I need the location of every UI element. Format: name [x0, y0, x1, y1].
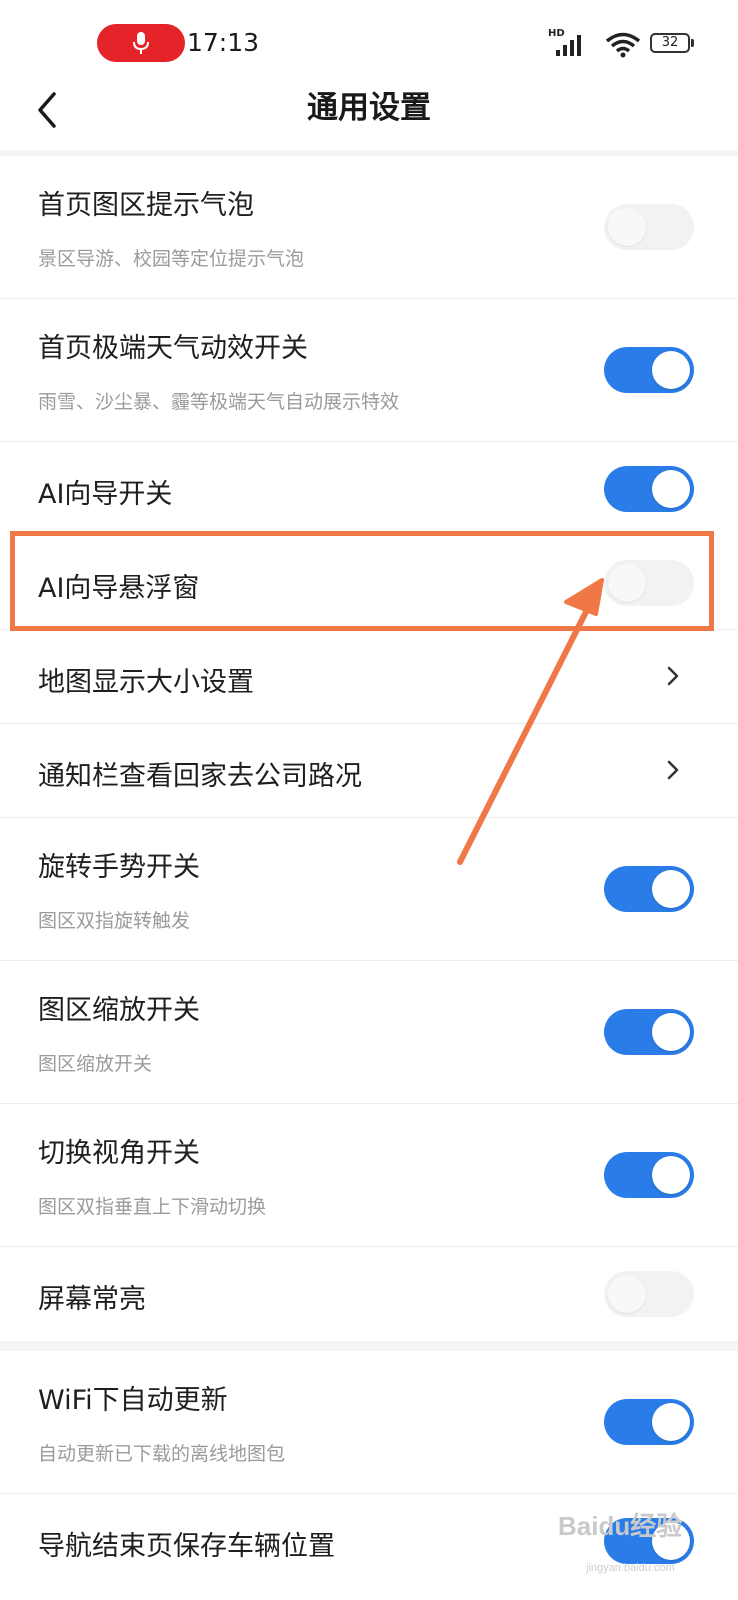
battery-tip	[691, 39, 694, 47]
settings-list: 首页图区提示气泡 景区导游、校园等定位提示气泡 首页极端天气动效开关 雨雪、沙尘…	[0, 156, 738, 1588]
setting-title: 屏幕常亮	[38, 1284, 146, 1315]
watermark-cn: 经验	[630, 1511, 683, 1541]
setting-subtitle: 雨雪、沙尘暴、霾等极端天气自动展示特效	[38, 391, 400, 413]
navigation-bar: 通用设置	[0, 84, 738, 150]
watermark-brand-2: du	[598, 1511, 631, 1541]
setting-ai-guide-floating-window[interactable]: AI向导悬浮窗	[0, 536, 738, 630]
status-bar: 17:13 HD 32	[0, 0, 738, 84]
setting-subtitle: 图区双指旋转触发	[38, 910, 191, 932]
setting-subtitle: 图区双指垂直上下滑动切换	[38, 1196, 267, 1218]
status-icons: HD 32	[548, 26, 698, 60]
chevron-right-icon[interactable]	[666, 758, 680, 782]
setting-subtitle: 图区缩放开关	[38, 1053, 153, 1075]
toggle-switch[interactable]	[604, 466, 694, 512]
toggle-knob	[652, 1403, 690, 1441]
setting-title: 首页极端天气动效开关	[38, 333, 308, 364]
setting-ai-guide[interactable]: AI向导开关	[0, 442, 738, 536]
toggle-knob	[608, 1275, 646, 1313]
setting-wifi-auto-update[interactable]: WiFi下自动更新 自动更新已下载的离线地图包	[0, 1351, 738, 1494]
setting-title: 地图显示大小设置	[38, 667, 254, 698]
setting-screen-always-on[interactable]: 屏幕常亮	[0, 1247, 738, 1341]
toggle-switch[interactable]	[604, 347, 694, 393]
setting-title: 旋转手势开关	[38, 852, 200, 883]
microphone-icon	[133, 32, 149, 54]
toggle-knob	[608, 564, 646, 602]
clock-time: 17:13	[187, 28, 260, 57]
setting-map-display-size[interactable]: 地图显示大小设置	[0, 630, 738, 724]
toggle-switch[interactable]	[604, 1009, 694, 1055]
section-gap	[0, 1341, 738, 1351]
setting-title: AI向导悬浮窗	[38, 573, 200, 604]
toggle-switch[interactable]	[604, 560, 694, 606]
signal-icon	[556, 35, 581, 56]
setting-switch-view[interactable]: 切换视角开关 图区双指垂直上下滑动切换	[0, 1104, 738, 1247]
setting-rotate-gesture[interactable]: 旋转手势开关 图区双指旋转触发	[0, 818, 738, 961]
watermark-url: jingyan.baidu.com	[586, 1562, 675, 1574]
setting-title: 导航结束页保存车辆位置	[38, 1531, 335, 1562]
toggle-knob	[652, 1013, 690, 1051]
toggle-knob	[652, 351, 690, 389]
toggle-knob	[652, 1156, 690, 1194]
setting-title: AI向导开关	[38, 479, 173, 510]
setting-title: 切换视角开关	[38, 1138, 200, 1169]
toggle-switch[interactable]	[604, 866, 694, 912]
toggle-knob	[652, 870, 690, 908]
setting-title: 通知栏查看回家去公司路况	[38, 761, 362, 792]
toggle-switch[interactable]	[604, 204, 694, 250]
toggle-knob	[608, 208, 646, 246]
setting-title: 图区缩放开关	[38, 995, 200, 1026]
setting-extreme-weather[interactable]: 首页极端天气动效开关 雨雪、沙尘暴、霾等极端天气自动展示特效	[0, 299, 738, 442]
setting-subtitle: 自动更新已下载的离线地图包	[38, 1443, 286, 1465]
toggle-switch[interactable]	[604, 1271, 694, 1317]
toggle-switch[interactable]	[604, 1152, 694, 1198]
setting-title: WiFi下自动更新	[38, 1385, 228, 1416]
page-title: 通用设置	[307, 90, 431, 126]
wifi-icon	[606, 32, 640, 58]
setting-title: 首页图区提示气泡	[38, 190, 254, 221]
setting-subtitle: 景区导游、校园等定位提示气泡	[38, 248, 305, 270]
toggle-knob	[652, 470, 690, 508]
toggle-switch[interactable]	[604, 1399, 694, 1445]
chevron-right-icon[interactable]	[666, 664, 680, 688]
setting-map-bubble[interactable]: 首页图区提示气泡 景区导游、校园等定位提示气泡	[0, 156, 738, 299]
setting-notification-traffic[interactable]: 通知栏查看回家去公司路况	[0, 724, 738, 818]
voice-recording-pill[interactable]	[97, 24, 185, 62]
setting-zoom[interactable]: 图区缩放开关 图区缩放开关	[0, 961, 738, 1104]
watermark-brand: Bai	[558, 1511, 599, 1541]
baidu-jingyan-watermark: Baidu经验 jingyan.baidu.com	[558, 1506, 698, 1574]
battery-icon: 32	[650, 33, 690, 53]
